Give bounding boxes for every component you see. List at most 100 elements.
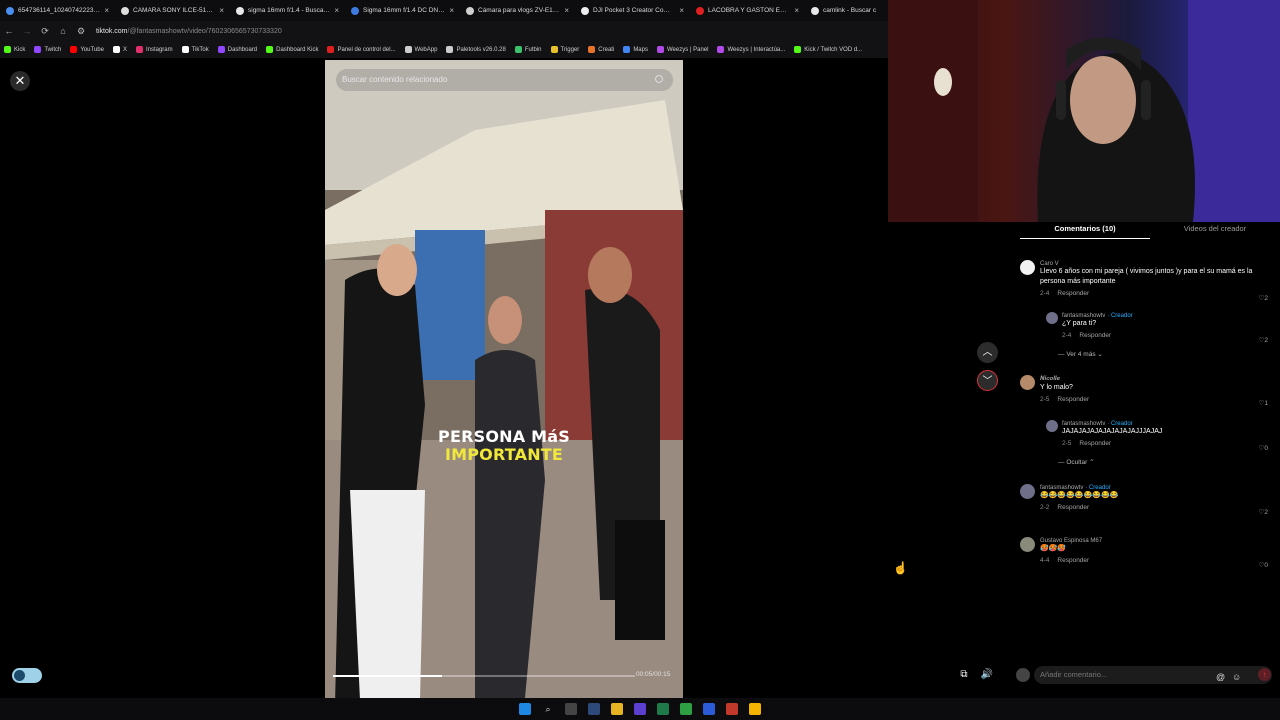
bookmark-item[interactable]: Futbin [514,46,542,53]
commenter-avatar[interactable] [1020,537,1035,552]
taskbar-search-icon[interactable]: ⌕ [542,703,554,715]
mention-icon[interactable]: @ [1216,668,1225,686]
tab-comments[interactable]: Comentarios (10) [1020,222,1150,239]
close-button[interactable]: ✕ [10,71,30,91]
tab-close-icon[interactable]: × [794,6,799,15]
bookmark-icon [446,46,454,53]
app-icon[interactable] [726,703,738,715]
bookmark-item[interactable]: X [112,46,127,53]
comment-date: 4-4 [1040,557,1050,564]
previous-video-button[interactable]: ︿ [977,342,998,363]
bookmark-icon [794,46,802,53]
browser-tab[interactable]: DJI Pocket 3 Creator Combo × [575,0,690,21]
bookmark-item[interactable]: Instagram [135,46,173,53]
like-count: 0 [1264,562,1268,569]
comment-date: 2-2 [1040,504,1050,511]
chrome-icon[interactable] [749,703,761,715]
send-comment-button[interactable]: ↑ [1258,668,1271,681]
like-button[interactable]: ♡2 [1259,508,1268,516]
like-button[interactable]: ♡2 [1259,294,1268,302]
bookmark-item[interactable]: Twitch [34,46,61,53]
commenter-avatar[interactable] [1020,260,1035,275]
video-progress-fill [333,675,442,677]
tab-close-icon[interactable]: × [449,6,454,15]
bookmark-item[interactable]: Maps [623,46,648,53]
bookmark-label: Weezys | Panel [666,46,709,53]
reply-button[interactable]: Responder [1057,290,1089,297]
browser-tab[interactable]: CAMARA SONY ILCE-5100 - × [115,0,230,21]
bookmark-item[interactable]: TikTok [181,46,209,53]
bookmark-item[interactable]: Trigger [550,46,579,53]
floating-player-button[interactable]: ⧉ [955,666,973,684]
commenter-avatar[interactable] [1020,484,1035,499]
comment-text: 🥵🥵🥵 [1040,545,1067,552]
bookmark-item[interactable]: Weezys | Interactúa... [717,46,785,53]
tab-close-icon[interactable]: × [679,6,684,15]
volume-button[interactable]: 🔊 [978,666,996,684]
reply-button[interactable]: Responder [1057,504,1089,511]
autoscroll-toggle[interactable] [12,668,42,683]
video-progress-bar[interactable] [333,675,635,677]
bookmark-icon [70,46,78,53]
video-player[interactable]: PERSONA MáS IMPORTANTE [325,60,683,698]
bookmark-item[interactable]: WebApp [404,46,437,53]
url-field[interactable]: tiktok.com/@fantasmashowtv/video/7602306… [96,28,282,35]
start-icon[interactable] [519,703,531,715]
commenter-avatar[interactable] [1046,420,1058,432]
bookmark-item[interactable]: Paletools v26.0.28 [446,46,506,53]
bookmark-item[interactable]: Dashboard [217,46,257,53]
browser-tab[interactable]: sigma 16mm f/1.4 - Buscar co × [230,0,345,21]
like-button[interactable]: ♡0 [1259,444,1268,452]
app-icon[interactable] [634,703,646,715]
bookmark-item[interactable]: Weezys | Panel [656,46,709,53]
tab-creator-videos[interactable]: Videos del creador [1150,222,1280,239]
site-info-icon[interactable]: ⚙ [72,26,90,37]
hide-replies-button[interactable]: — Ocultar ⌃ [1058,458,1095,466]
back-icon[interactable]: ← [0,26,18,36]
forward-icon[interactable]: → [18,26,36,36]
app-icon[interactable] [588,703,600,715]
reload-icon[interactable]: ⟳ [36,26,54,37]
view-more-replies-button[interactable]: — Ver 4 más ⌄ [1058,350,1103,358]
reply-button[interactable]: Responder [1057,557,1089,564]
tab-close-icon[interactable]: × [104,6,109,15]
tab-favicon-icon [351,6,359,15]
bookmark-item[interactable]: Creati [588,46,614,53]
app-icon[interactable] [680,703,692,715]
tab-close-icon[interactable]: × [219,6,224,15]
bookmark-item[interactable]: Kick [4,46,25,53]
browser-tab[interactable]: LACOBRA Y GASTÓN EDUL D × [690,0,805,21]
tab-close-icon[interactable]: × [564,6,569,15]
comment-username[interactable]: 𝑵𝒊𝒄𝒐𝒍𝒍𝒆 [1040,376,1060,382]
browser-tab[interactable]: Cámara para vlogs ZV-E10 II × [460,0,575,21]
bookmark-item[interactable]: Dashboard Kick [266,46,318,53]
app-icon[interactable] [657,703,669,715]
emoji-icon[interactable]: ☺ [1232,668,1241,686]
browser-tab[interactable]: Sigma 16mm f/1.4 DC DN Co × [345,0,460,21]
home-icon[interactable]: ⌂ [54,26,72,36]
bookmark-item[interactable]: Panel de control del... [327,46,396,53]
like-button[interactable]: ♡1 [1259,399,1268,407]
bookmark-label: YouTube [80,46,104,53]
app-icon[interactable] [703,703,715,715]
browser-tab[interactable]: 654736114_1024074222303978...× [0,0,115,21]
reply-button[interactable]: Responder [1079,440,1111,447]
commenter-avatar[interactable] [1020,375,1035,390]
commenter-avatar[interactable] [1046,312,1058,324]
taskview-icon[interactable] [565,703,577,715]
reply-button[interactable]: Responder [1057,396,1089,403]
related-search-input[interactable]: Buscar contenido relacionado [336,69,673,91]
bookmark-icon [550,46,558,53]
bookmark-item[interactable]: YouTube [70,46,104,53]
search-icon[interactable] [655,75,663,83]
comment-text: 😂😂😂😂😂😂😂😂😂 [1040,492,1119,499]
reply-button[interactable]: Responder [1079,332,1111,339]
folder-icon[interactable] [611,703,623,715]
like-button[interactable]: ♡2 [1259,336,1268,344]
bookmark-item[interactable]: Kick / Twitch VOD d... [794,46,862,53]
tab-close-icon[interactable]: × [334,6,339,15]
next-video-button[interactable]: ﹀ [977,370,998,391]
comment-input[interactable]: Añadir comentario... @ ☺ [1034,666,1272,684]
like-button[interactable]: ♡0 [1259,561,1268,569]
comment-item: 𝑵𝒊𝒄𝒐𝒍𝒍𝒆 Y lo malo? 2-5 Responder [1040,375,1265,403]
